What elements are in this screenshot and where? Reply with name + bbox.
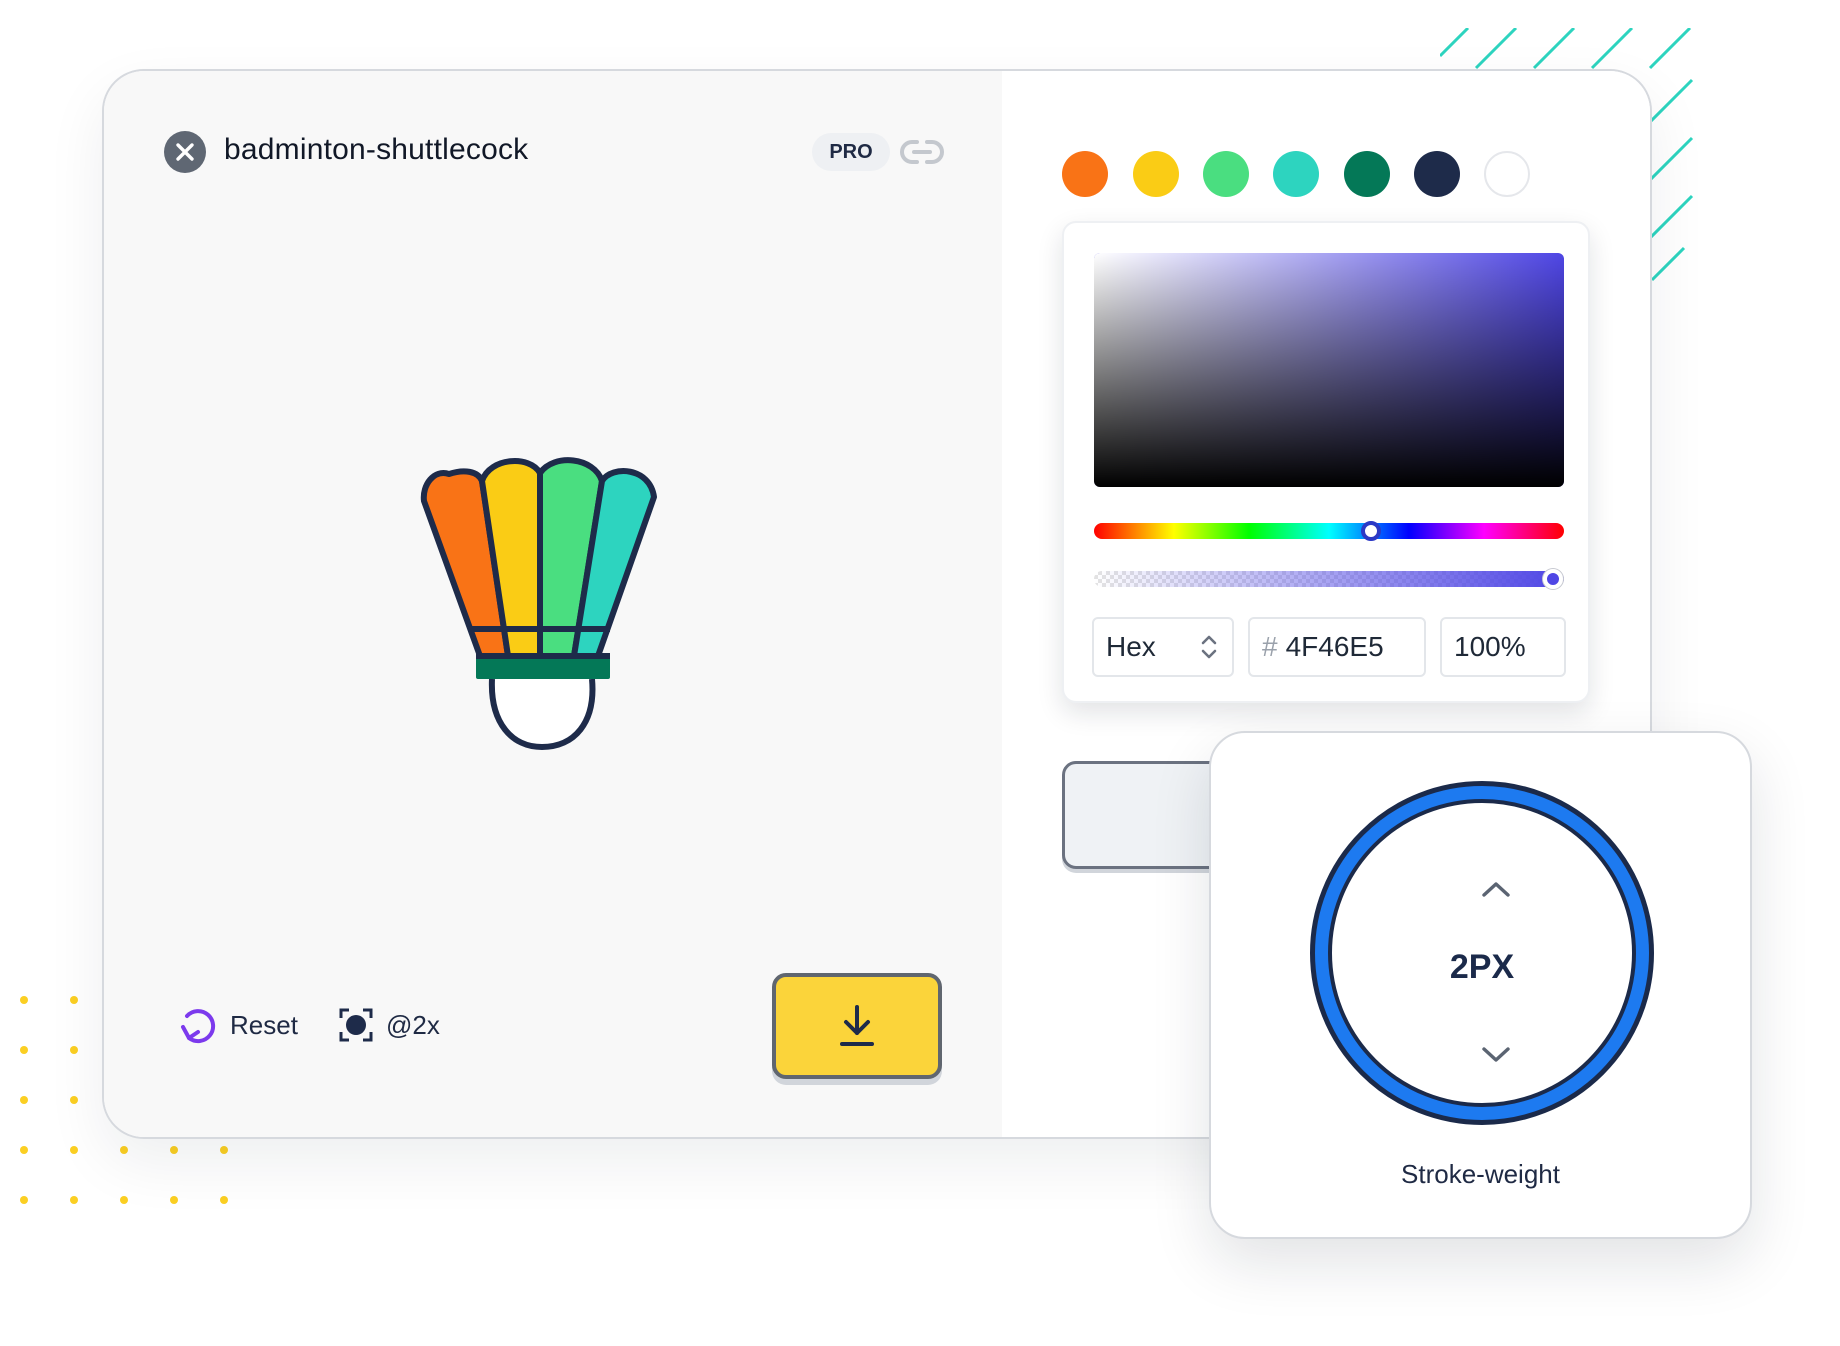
preview-pane: badminton-shuttlecock PRO Reset @2x <box>104 71 1002 1137</box>
stroke-weight-dial[interactable]: 2PX <box>1310 781 1654 1125</box>
alpha-slider[interactable] <box>1094 571 1564 587</box>
color-mode-select[interactable]: Hex <box>1092 617 1234 677</box>
sv-black-layer <box>1094 253 1564 487</box>
hex-input[interactable]: # 4F46E5 <box>1248 617 1426 677</box>
stroke-weight-label: Stroke-weight <box>1401 1159 1560 1189</box>
swatch-teal[interactable] <box>1273 151 1319 197</box>
badminton-shuttlecock-icon <box>420 457 657 750</box>
alpha-slider-thumb[interactable] <box>1543 569 1563 589</box>
swatch-navy[interactable] <box>1414 151 1460 197</box>
saturation-value-area[interactable] <box>1094 253 1564 487</box>
stroke-weight-value: 2PX <box>1449 948 1515 986</box>
hex-prefix: # <box>1262 631 1278 662</box>
pro-badge: PRO <box>812 133 890 171</box>
stroke-weight-card: 2PX Stroke-weight <box>1209 731 1752 1239</box>
reset-icon <box>181 1009 216 1044</box>
reset-label: Reset <box>230 1009 298 1040</box>
swatch-white[interactable] <box>1484 151 1530 197</box>
swatch-yellow[interactable] <box>1133 151 1179 197</box>
hue-slider-thumb[interactable] <box>1361 521 1381 541</box>
download-button[interactable] <box>772 973 942 1079</box>
close-button[interactable] <box>164 131 206 173</box>
chevron-down-icon[interactable] <box>1478 1043 1514 1067</box>
chevron-up-down-icon <box>1201 635 1217 659</box>
reset-button[interactable]: Reset <box>178 1003 298 1047</box>
color-picker: Hex # 4F46E5 100% <box>1062 221 1590 703</box>
scale-button[interactable]: @2x <box>338 1003 440 1047</box>
link-icon[interactable] <box>900 137 944 167</box>
chevron-up-icon[interactable] <box>1478 877 1514 901</box>
swatch-dark-green[interactable] <box>1344 151 1390 197</box>
swatch-green[interactable] <box>1203 151 1249 197</box>
download-icon <box>840 1005 874 1046</box>
hue-slider[interactable] <box>1094 523 1564 539</box>
hex-value: 4F46E5 <box>1285 631 1384 662</box>
scale-label: @2x <box>386 1009 440 1040</box>
icon-title: badminton-shuttlecock <box>224 133 529 166</box>
alpha-value: 100% <box>1454 631 1526 662</box>
stroke-weight-dial-face: 2PX <box>1328 799 1636 1107</box>
scale-icon <box>339 1008 373 1042</box>
color-mode-value: Hex <box>1106 631 1156 662</box>
alpha-gradient <box>1094 571 1564 587</box>
close-icon <box>176 143 194 161</box>
alpha-input[interactable]: 100% <box>1440 617 1566 677</box>
swatch-orange[interactable] <box>1062 151 1108 197</box>
